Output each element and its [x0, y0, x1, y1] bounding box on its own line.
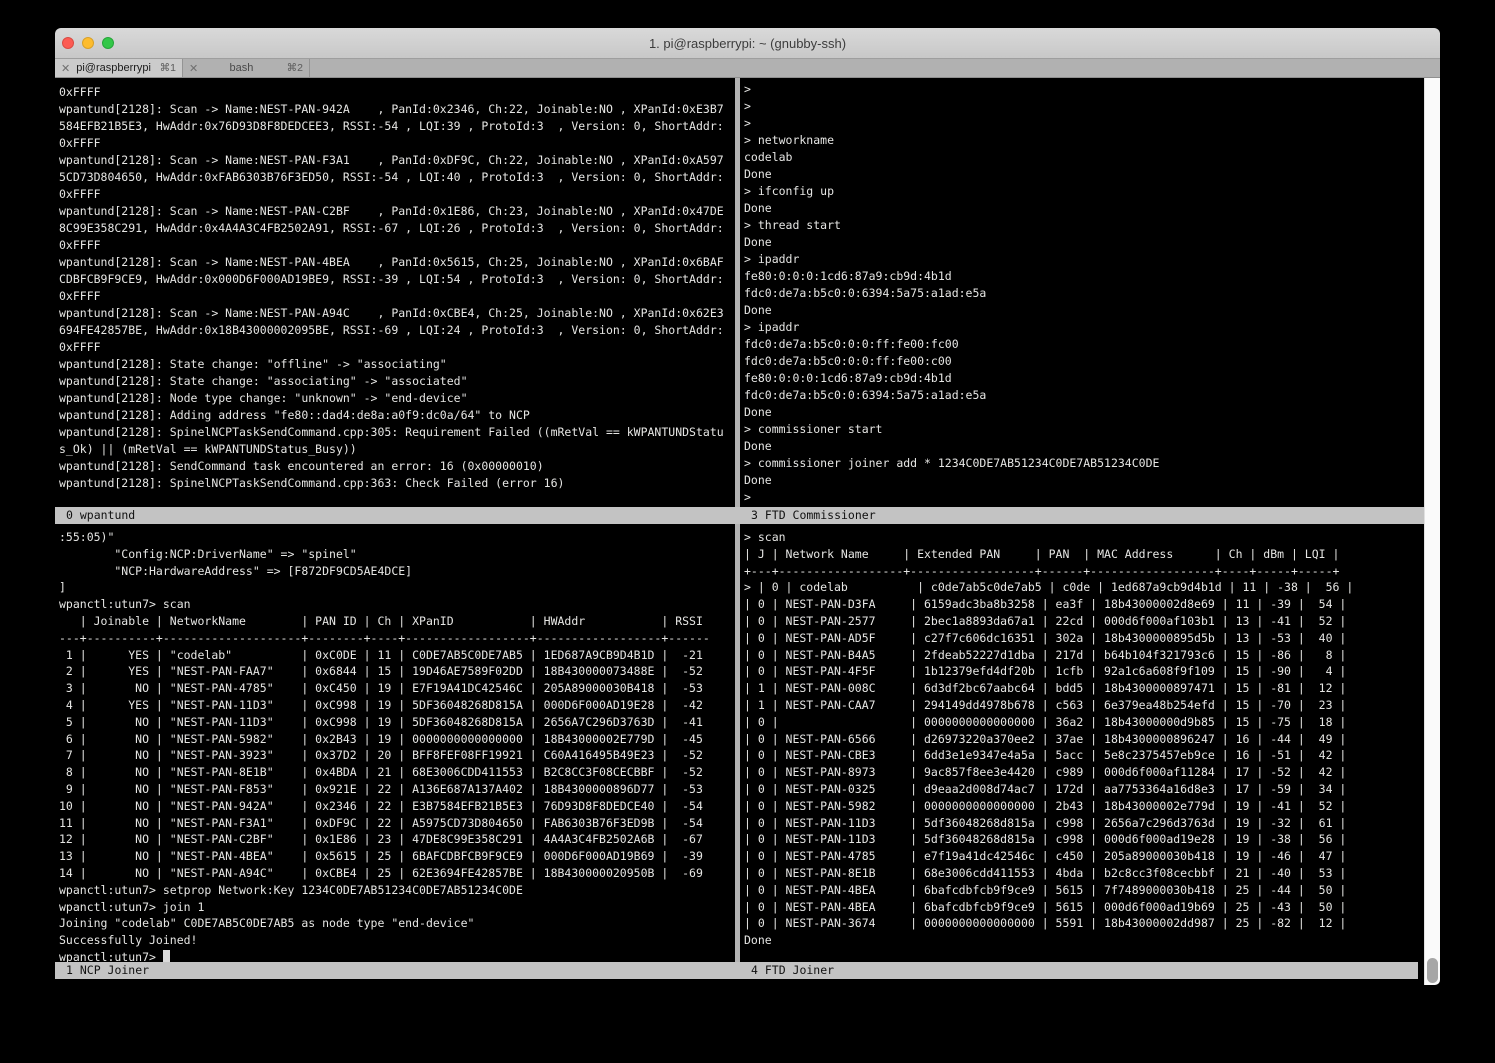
tab-close-icon[interactable]: ✕: [61, 62, 70, 75]
title-bar[interactable]: 1. pi@raspberrypi: ~ (gnubby-ssh): [55, 28, 1440, 59]
pane-title-bar-top: 0 wpantund 3 FTD Commissioner: [55, 507, 1424, 524]
tab-label: bash: [204, 62, 278, 74]
pane-title-ftd-commissioner: 3 FTD Commissioner: [751, 507, 876, 524]
tab-shortcut: ⌘2: [287, 62, 303, 74]
scrollbar-thumb[interactable]: [1427, 958, 1438, 983]
terminal-content: 0xFFFF wpantund[2128]: Scan -> Name:NEST…: [55, 78, 1424, 985]
scrollbar-track[interactable]: [1424, 78, 1440, 985]
shell-prompt: wpanctl:utun7>: [59, 950, 163, 962]
window-title: 1. pi@raspberrypi: ~ (gnubby-ssh): [55, 28, 1440, 59]
pane-wpantund[interactable]: 0xFFFF wpantund[2128]: Scan -> Name:NEST…: [55, 78, 735, 507]
tab-bar: ✕ pi@raspberrypi: ~ (g... ⌘1 ✕ bash ⌘2: [55, 59, 1440, 78]
pane-title-ncp-joiner: 1 NCP Joiner: [66, 962, 149, 979]
pane-ftd-commissioner[interactable]: > > > > networkname codelab Done > ifcon…: [740, 78, 1424, 507]
tab-shortcut: ⌘1: [160, 62, 176, 74]
pane-ftd-commissioner-output: > > > > networkname codelab Done > ifcon…: [744, 81, 1424, 506]
pane-ncp-joiner[interactable]: :55:05)" "Config:NCP:DriverName" => "spi…: [55, 524, 735, 962]
tab-bash[interactable]: ✕ bash ⌘2: [183, 59, 310, 77]
pane-ncp-joiner-output: :55:05)" "Config:NCP:DriverName" => "spi…: [59, 529, 735, 949]
pane-title-wpantund: 0 wpantund: [66, 507, 135, 524]
pane-wpantund-output: 0xFFFF wpantund[2128]: Scan -> Name:NEST…: [59, 84, 735, 492]
tab-ssh-session[interactable]: ✕ pi@raspberrypi: ~ (g... ⌘1: [55, 59, 183, 77]
tab-label: pi@raspberrypi: ~ (g...: [76, 62, 151, 74]
text-cursor: [163, 950, 170, 962]
pane-title-ftd-joiner: 4 FTD Joiner: [751, 962, 834, 979]
terminal-window: 1. pi@raspberrypi: ~ (gnubby-ssh) ✕ pi@r…: [55, 28, 1440, 985]
pane-ftd-joiner-output: > scan | J | Network Name | Extended PAN…: [744, 529, 1424, 949]
pane-ftd-joiner[interactable]: > scan | J | Network Name | Extended PAN…: [740, 524, 1424, 962]
pane-title-bar-bottom: 1 NCP Joiner 4 FTD Joiner: [55, 962, 1418, 979]
shell-prompt-line[interactable]: wpanctl:utun7>: [59, 949, 735, 962]
tab-close-icon[interactable]: ✕: [189, 62, 198, 75]
